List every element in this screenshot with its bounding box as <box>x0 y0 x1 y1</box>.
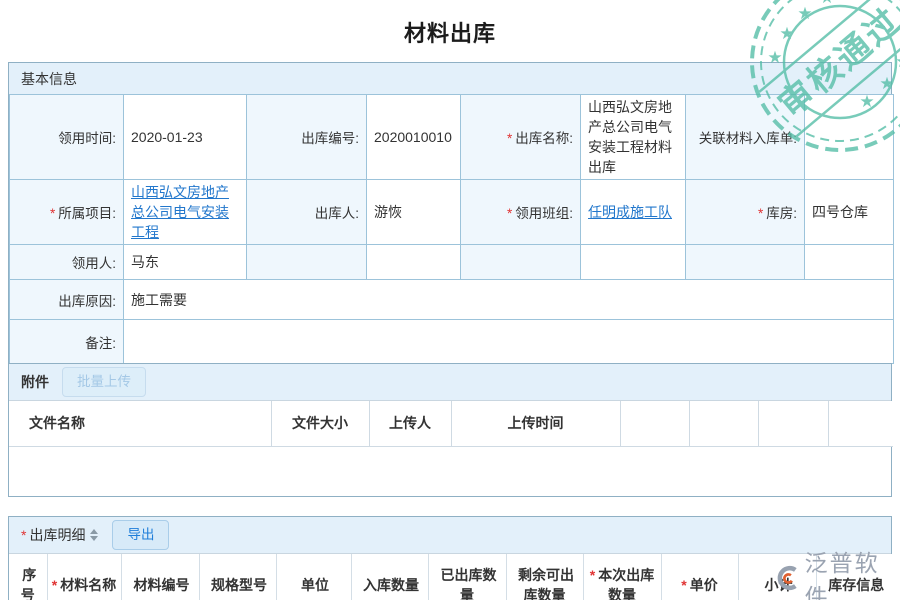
material-outbound-page: 材料出库 基本信息 领用时间: 2020-01-23 出库编号: 2020010… <box>0 0 900 600</box>
field-label-issuer: 出库人: <box>247 180 367 245</box>
field-label-related-inbound: 关联材料入库单: <box>686 95 805 180</box>
required-mark: * <box>681 577 686 593</box>
empty-value-cell <box>367 245 461 280</box>
field-value-recipient: 马东 <box>124 245 247 280</box>
svg-text:★: ★ <box>819 0 834 7</box>
crew-link[interactable]: 任明成施工队 <box>588 204 672 220</box>
required-mark: * <box>507 206 512 221</box>
col-unit-price: *单价 <box>661 554 738 600</box>
field-label-crew: *领用班组: <box>461 180 581 245</box>
field-label-outbound-no: 出库编号: <box>247 95 367 180</box>
col-file-name: 文件名称 <box>9 401 271 446</box>
col-spec-model: 规格型号 <box>199 554 276 600</box>
attachments-section: 附件 批量上传 文件名称 文件大小 上传人 上传时间 <box>8 363 892 497</box>
export-button[interactable]: 导出 <box>112 520 169 550</box>
table-row: 领用时间: 2020-01-23 出库编号: 2020010010 *出库名称:… <box>10 95 894 180</box>
required-mark: * <box>50 206 55 221</box>
outbound-detail-title: 出库明细 <box>29 525 85 545</box>
field-value-remark <box>124 320 894 364</box>
attachments-header: 附件 批量上传 <box>9 364 891 401</box>
table-row: 领用人: 马东 <box>10 245 894 280</box>
table-row: 备注: <box>10 320 894 364</box>
detail-header-row: 序号 *材料名称 材料编号 规格型号 单位 入库数量 已出库数量 剩余可出库数量… <box>9 554 893 600</box>
required-mark: * <box>21 527 26 543</box>
col-inbound-qty: 入库数量 <box>351 554 428 600</box>
field-value-outbound-name: 山西弘文房地产总公司电气安装工程材料出库 <box>581 95 686 180</box>
table-row: *所属项目: 山西弘文房地产总公司电气安装工程 出库人: 游恢 *领用班组: 任… <box>10 180 894 245</box>
field-value-related-inbound <box>805 95 894 180</box>
field-value-warehouse: 四号仓库 <box>805 180 894 245</box>
empty-label-cell <box>461 245 581 280</box>
required-mark: * <box>507 131 512 146</box>
page-title: 材料出库 <box>0 16 900 48</box>
col-issued-qty: 已出库数量 <box>428 554 506 600</box>
col-empty-1 <box>620 401 689 446</box>
field-label-reason: 出库原因: <box>10 280 124 320</box>
outbound-detail-section: * 出库明细 导出 序号 *材料名称 材料编号 规格型号 单位 入库数量 已出库… <box>8 516 892 600</box>
sort-icon[interactable] <box>90 529 98 541</box>
col-uploader: 上传人 <box>369 401 451 446</box>
empty-value-cell <box>581 245 686 280</box>
field-label-outbound-name: *出库名称: <box>461 95 581 180</box>
field-value-project: 山西弘文房地产总公司电气安装工程 <box>124 180 247 245</box>
field-label-recipient: 领用人: <box>10 245 124 280</box>
col-material-code: 材料编号 <box>121 554 199 600</box>
attachments-header-row: 文件名称 文件大小 上传人 上传时间 <box>9 401 893 446</box>
col-unit: 单位 <box>276 554 351 600</box>
field-value-requisition-date: 2020-01-23 <box>124 95 247 180</box>
col-file-size: 文件大小 <box>271 401 369 446</box>
col-empty-3 <box>758 401 828 446</box>
field-value-issuer: 游恢 <box>367 180 461 245</box>
batch-upload-button[interactable]: 批量上传 <box>62 367 146 397</box>
col-remaining-qty: 剩余可出库数量 <box>506 554 583 600</box>
empty-label-cell <box>686 245 805 280</box>
basic-info-header: 基本信息 <box>9 63 891 94</box>
field-value-reason: 施工需要 <box>124 280 894 320</box>
field-label-remark: 备注: <box>10 320 124 364</box>
empty-value-cell <box>805 245 894 280</box>
required-mark: * <box>52 577 57 593</box>
field-label-requisition-date: 领用时间: <box>10 95 124 180</box>
table-row: 出库原因: 施工需要 <box>10 280 894 320</box>
col-empty-2 <box>689 401 758 446</box>
empty-label-cell <box>247 245 367 280</box>
basic-info-title: 基本信息 <box>21 69 77 89</box>
col-material-name: *材料名称 <box>47 554 121 600</box>
col-seq: 序号 <box>9 554 47 600</box>
attachments-title: 附件 <box>21 372 49 392</box>
project-link[interactable]: 山西弘文房地产总公司电气安装工程 <box>131 184 229 240</box>
basic-info-section: 基本信息 领用时间: 2020-01-23 出库编号: 2020010010 *… <box>8 62 892 365</box>
col-stock-info: 库存信息 <box>816 554 893 600</box>
col-subtotal: 小计 <box>738 554 816 600</box>
required-mark: * <box>758 206 763 221</box>
field-value-outbound-no: 2020010010 <box>367 95 461 180</box>
outbound-detail-table: 序号 *材料名称 材料编号 规格型号 单位 入库数量 已出库数量 剩余可出库数量… <box>9 554 893 600</box>
field-label-warehouse: *库房: <box>686 180 805 245</box>
col-upload-time: 上传时间 <box>451 401 620 446</box>
outbound-detail-header: * 出库明细 导出 <box>9 517 891 554</box>
field-label-project: *所属项目: <box>10 180 124 245</box>
col-current-issue-qty: *本次出库数量 <box>583 554 661 600</box>
col-empty-4 <box>828 401 893 446</box>
svg-text:★: ★ <box>895 52 900 71</box>
required-mark: * <box>590 567 595 583</box>
attachments-table: 文件名称 文件大小 上传人 上传时间 <box>9 401 893 447</box>
field-value-crew: 任明成施工队 <box>581 180 686 245</box>
basic-info-table: 领用时间: 2020-01-23 出库编号: 2020010010 *出库名称:… <box>9 94 894 364</box>
